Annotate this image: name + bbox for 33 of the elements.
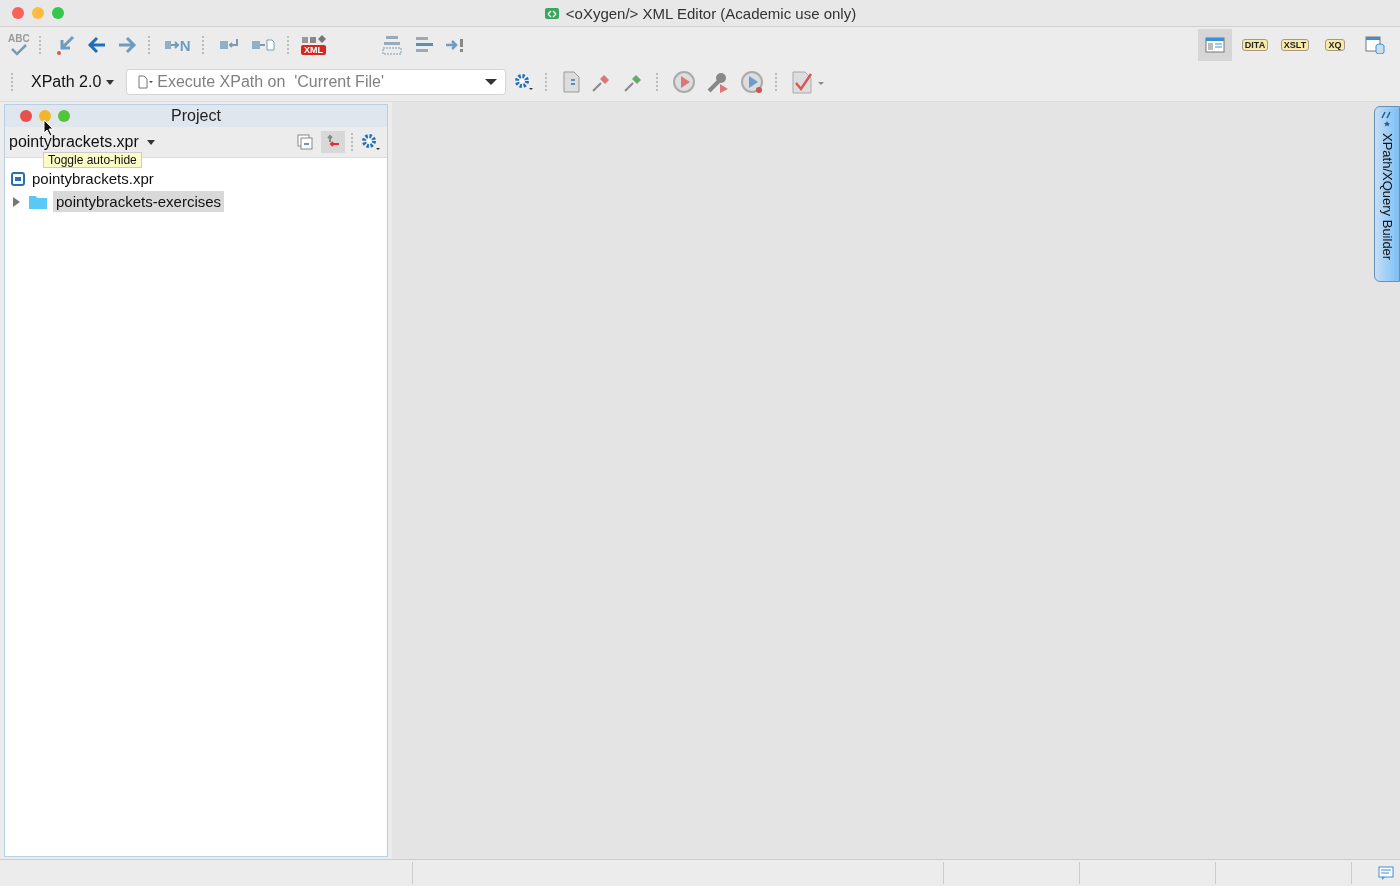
- settings-button[interactable]: [359, 131, 383, 153]
- caret-icon[interactable]: [485, 79, 498, 85]
- xpath-combo-box[interactable]: Execute XPath on 'Current File': [126, 69, 507, 95]
- editor-perspective-button[interactable]: [1198, 29, 1232, 61]
- zoom-button[interactable]: [52, 7, 64, 19]
- maximize-panel-button[interactable]: [58, 110, 70, 122]
- tree-item[interactable]: pointybrackets-exercises: [53, 191, 225, 212]
- expand-arrow-icon[interactable]: [11, 195, 21, 208]
- tooltip: Toggle auto-hide: [43, 152, 142, 168]
- close-button[interactable]: [12, 7, 24, 19]
- tree-item[interactable]: pointybrackets.xpr: [29, 168, 157, 189]
- message-icon[interactable]: [1378, 866, 1394, 880]
- xpath-input-field[interactable]: Execute XPath on 'Current File': [155, 72, 484, 92]
- xml-button[interactable]: XML: [300, 35, 327, 55]
- side-tab[interactable]: XPath/XQuery Builder: [1374, 106, 1400, 282]
- editor-window-icon: [1205, 37, 1225, 53]
- document-icon: [137, 75, 154, 89]
- folder-icon: [29, 194, 47, 209]
- window-title: <oXygen/> XML Editor (Academic use only): [565, 4, 857, 22]
- perspective-button[interactable]: DITA: [1238, 29, 1272, 61]
- xpath-version-dropdown[interactable]: XPath 2.0: [25, 72, 121, 92]
- validate-button[interactable]: [789, 68, 826, 96]
- perspective-button[interactable]: XQ: [1318, 29, 1352, 61]
- app-icon: [543, 6, 560, 20]
- database-icon: [1365, 36, 1385, 54]
- perspective-button[interactable]: XSLT: [1278, 29, 1312, 61]
- link-with-editor-button[interactable]: [321, 131, 345, 153]
- xpath-icon: [1381, 111, 1393, 127]
- collapse-all-button[interactable]: [295, 132, 315, 152]
- panel-title: Project: [171, 107, 221, 125]
- project-icon: [11, 171, 25, 186]
- close-panel-button[interactable]: [20, 110, 32, 122]
- mouse-pointer-icon: [43, 119, 55, 137]
